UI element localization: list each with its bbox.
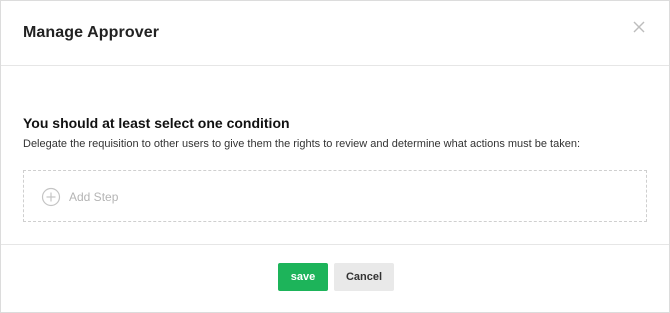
- add-step-button[interactable]: Add Step: [41, 187, 118, 207]
- close-icon: [631, 19, 647, 35]
- close-button[interactable]: [631, 19, 647, 35]
- save-button[interactable]: save: [278, 263, 328, 291]
- dialog-footer: save Cancel: [1, 244, 669, 313]
- section-title: You should at least select one condition: [23, 115, 290, 131]
- add-step-label: Add Step: [69, 190, 119, 204]
- section-description: Delegate the requisition to other users …: [23, 138, 581, 150]
- dialog-header: Manage Approver: [1, 1, 669, 66]
- cancel-button[interactable]: Cancel: [334, 263, 394, 291]
- steps-container: Add Step: [23, 170, 647, 222]
- plus-circle-icon: [41, 187, 61, 207]
- dialog-title: Manage Approver: [23, 24, 160, 41]
- dialog-body: You should at least select one condition…: [1, 66, 669, 244]
- manage-approver-dialog: Manage Approver You should at least sele…: [0, 0, 670, 313]
